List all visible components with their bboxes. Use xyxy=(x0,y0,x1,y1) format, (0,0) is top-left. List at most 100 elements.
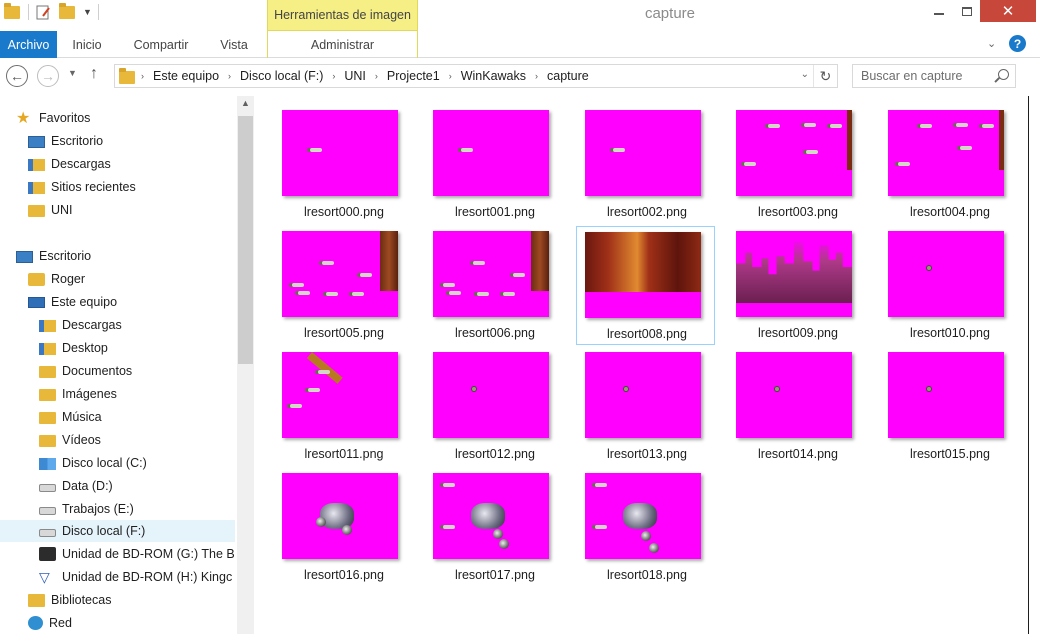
help-icon[interactable]: ? xyxy=(1009,35,1026,52)
network-icon xyxy=(28,616,43,630)
address-row: ← → ▼ ↑ › Este equipo › Disco local (F:)… xyxy=(0,59,1040,94)
close-button[interactable]: ✕ xyxy=(980,0,1036,22)
file-item[interactable]: lresort009.png xyxy=(712,218,852,340)
nav-disco-local-f[interactable]: Disco local (F:) xyxy=(0,520,235,542)
file-item[interactable]: lresort005.png xyxy=(258,218,398,340)
nav-trabajos-e[interactable]: Trabajos (E:) xyxy=(39,498,134,520)
nav-desktop[interactable]: Desktop xyxy=(39,337,108,359)
tab-archivo[interactable]: Archivo xyxy=(0,31,57,58)
chevron-right-icon[interactable]: › xyxy=(375,71,378,81)
nav-escritorio[interactable]: Escritorio xyxy=(16,245,91,267)
search-box[interactable]: Buscar en capture xyxy=(852,64,1016,88)
nav-descargas[interactable]: Descargas xyxy=(39,314,122,336)
nav-musica[interactable]: Música xyxy=(39,406,102,428)
file-item[interactable]: lresort000.png xyxy=(258,97,398,219)
desktop-icon xyxy=(16,250,33,263)
file-item[interactable]: lresort010.png xyxy=(864,218,1004,340)
refresh-icon[interactable]: ↻ xyxy=(813,65,837,87)
user-folder-icon xyxy=(28,272,45,286)
nav-bd-rom-g[interactable]: Unidad de BD-ROM (G:) The B xyxy=(39,543,235,565)
customize-toolbar-dropdown-icon[interactable]: ▼ xyxy=(83,7,92,17)
nav-roger[interactable]: Roger xyxy=(28,268,85,290)
file-name: lresort000.png xyxy=(304,205,384,219)
file-item[interactable]: lresort006.png xyxy=(409,218,549,340)
nav-descargas-fav[interactable]: Descargas xyxy=(28,153,111,175)
nav-uni[interactable]: UNI xyxy=(28,199,73,221)
nav-data-d[interactable]: Data (D:) xyxy=(39,475,113,497)
address-bar[interactable]: › Este equipo › Disco local (F:) › UNI ›… xyxy=(114,64,838,88)
new-folder-icon[interactable] xyxy=(59,3,77,20)
bd-rom-icon: ▽ xyxy=(39,568,50,585)
maximize-button[interactable] xyxy=(954,0,980,22)
breadcrumb-uni[interactable]: UNI xyxy=(344,69,366,83)
nav-videos[interactable]: Vídeos xyxy=(39,429,101,451)
star-icon: ★ xyxy=(16,109,31,127)
breadcrumb-capture[interactable]: capture xyxy=(547,69,589,83)
maximize-icon xyxy=(962,6,972,16)
file-item-selected[interactable]: lresort008.png xyxy=(576,226,715,345)
file-item[interactable]: lresort017.png xyxy=(409,460,549,582)
nav-disco-local-c[interactable]: Disco local (C:) xyxy=(39,452,147,474)
file-name: lresort010.png xyxy=(910,326,990,340)
navigation-scrollbar[interactable]: ▲ xyxy=(237,96,254,634)
nav-item-label: Bibliotecas xyxy=(51,593,112,607)
drive-icon xyxy=(39,507,56,515)
file-name: lresort012.png xyxy=(455,447,535,461)
recent-locations-dropdown-icon[interactable]: ▼ xyxy=(68,68,77,78)
folder-icon[interactable] xyxy=(4,3,22,20)
file-item[interactable]: lresort012.png xyxy=(409,339,549,461)
nav-imagenes[interactable]: Imágenes xyxy=(39,383,117,405)
nav-bd-rom-h[interactable]: ▽ Unidad de BD-ROM (H:) Kingc xyxy=(39,566,235,588)
file-name: lresort016.png xyxy=(304,568,384,582)
tab-administrar[interactable]: Administrar xyxy=(267,31,418,58)
breadcrumb-projecte1[interactable]: Projecte1 xyxy=(387,69,440,83)
chevron-right-icon[interactable]: › xyxy=(535,71,538,81)
tab-compartir[interactable]: Compartir xyxy=(120,31,202,58)
file-item[interactable]: lresort014.png xyxy=(712,339,852,461)
context-tab-header: Herramientas de imagen xyxy=(267,0,418,31)
nav-item-label: Red xyxy=(49,616,72,630)
up-arrow-button[interactable]: ↑ xyxy=(90,65,98,83)
back-arrow-icon: ← xyxy=(10,68,24,84)
nav-bibliotecas[interactable]: Bibliotecas xyxy=(28,589,111,611)
breadcrumb-winkawaks[interactable]: WinKawaks xyxy=(461,69,526,83)
scroll-up-arrow-icon[interactable]: ▲ xyxy=(237,98,254,112)
file-item[interactable]: lresort011.png xyxy=(258,339,398,461)
nav-red[interactable]: Red xyxy=(28,612,72,634)
nav-sitios-recientes[interactable]: Sitios recientes xyxy=(28,176,136,198)
chevron-right-icon[interactable]: › xyxy=(141,71,144,81)
properties-icon[interactable] xyxy=(35,4,53,20)
search-icon[interactable] xyxy=(998,69,1009,80)
nav-escritorio-fav[interactable]: Escritorio xyxy=(28,130,103,152)
chevron-right-icon[interactable]: › xyxy=(332,71,335,81)
file-item[interactable]: lresort002.png xyxy=(561,97,701,219)
breadcrumb-disco-local-f[interactable]: Disco local (F:) xyxy=(240,69,323,83)
file-item[interactable]: lresort016.png xyxy=(258,460,398,582)
drive-icon xyxy=(39,529,56,537)
back-button[interactable]: ← xyxy=(6,65,28,87)
nav-item-label: Favoritos xyxy=(39,111,91,125)
file-item[interactable]: lresort013.png xyxy=(561,339,701,461)
nav-item-label: Descargas xyxy=(51,157,111,171)
file-item[interactable]: lresort003.png xyxy=(712,97,852,219)
forward-button[interactable]: → xyxy=(37,65,59,87)
nav-favoritos[interactable]: ★ Favoritos xyxy=(16,107,90,129)
file-item[interactable]: lresort004.png xyxy=(864,97,1004,219)
image-thumbnail xyxy=(282,352,398,438)
expand-ribbon-chevron-icon[interactable]: ⌄ xyxy=(987,37,999,50)
address-history-dropdown-icon[interactable]: ⌄ xyxy=(801,69,809,80)
breadcrumb-este-equipo[interactable]: Este equipo xyxy=(153,69,219,83)
chevron-right-icon[interactable]: › xyxy=(228,71,231,81)
tab-inicio[interactable]: Inicio xyxy=(59,31,115,58)
file-item[interactable]: lresort001.png xyxy=(409,97,549,219)
file-item[interactable]: lresort015.png xyxy=(864,339,1004,461)
chevron-right-icon[interactable]: › xyxy=(449,71,452,81)
minimize-button[interactable] xyxy=(924,0,954,22)
file-item[interactable]: lresort018.png xyxy=(561,460,701,582)
scrollbar-thumb[interactable] xyxy=(238,116,253,364)
file-name: lresort002.png xyxy=(607,205,687,219)
nav-este-equipo[interactable]: Este equipo xyxy=(28,291,117,313)
tab-vista[interactable]: Vista xyxy=(206,31,262,58)
nav-documentos[interactable]: Documentos xyxy=(39,360,132,382)
recent-places-icon xyxy=(28,182,45,194)
